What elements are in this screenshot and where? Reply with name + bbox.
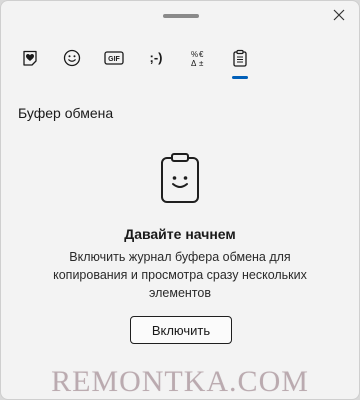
svg-text:€: € — [199, 50, 204, 59]
category-tabs: GIF ;-) % € Δ ± — [15, 45, 255, 79]
tab-kaomoji[interactable]: ;-) — [141, 45, 171, 79]
symbols-icon: % € Δ ± — [189, 49, 207, 72]
svg-text:±: ± — [199, 59, 204, 67]
heart-sticker-icon — [21, 49, 39, 72]
empty-state-title: Давайте начнем — [124, 226, 236, 242]
emoji-panel: GIF ;-) % € Δ ± Буфер обмена Давайте нач… — [0, 0, 360, 400]
close-button[interactable] — [327, 5, 351, 29]
drag-handle[interactable] — [163, 14, 199, 18]
watermark: REMONTKA.COM — [51, 365, 309, 398]
clipboard-smile-icon — [158, 152, 202, 204]
kaomoji-icon: ;-) — [149, 50, 163, 65]
close-icon — [333, 8, 345, 26]
tab-emoji[interactable] — [57, 45, 87, 79]
tab-favorites[interactable] — [15, 45, 45, 79]
section-title: Буфер обмена — [18, 105, 114, 121]
smiley-icon — [63, 49, 81, 72]
empty-state-description: Включить журнал буфера обмена для копиро… — [53, 250, 307, 300]
svg-text:%: % — [191, 50, 198, 59]
tab-clipboard[interactable] — [225, 45, 255, 79]
gif-label: GIF — [108, 56, 120, 63]
clipboard-icon — [231, 49, 249, 72]
enable-clipboard-history-button[interactable]: Включить — [130, 316, 232, 344]
gif-icon: GIF — [104, 49, 124, 72]
tab-symbols[interactable]: % € Δ ± — [183, 45, 213, 79]
svg-text:Δ: Δ — [191, 59, 197, 67]
tab-gif[interactable]: GIF — [99, 45, 129, 79]
